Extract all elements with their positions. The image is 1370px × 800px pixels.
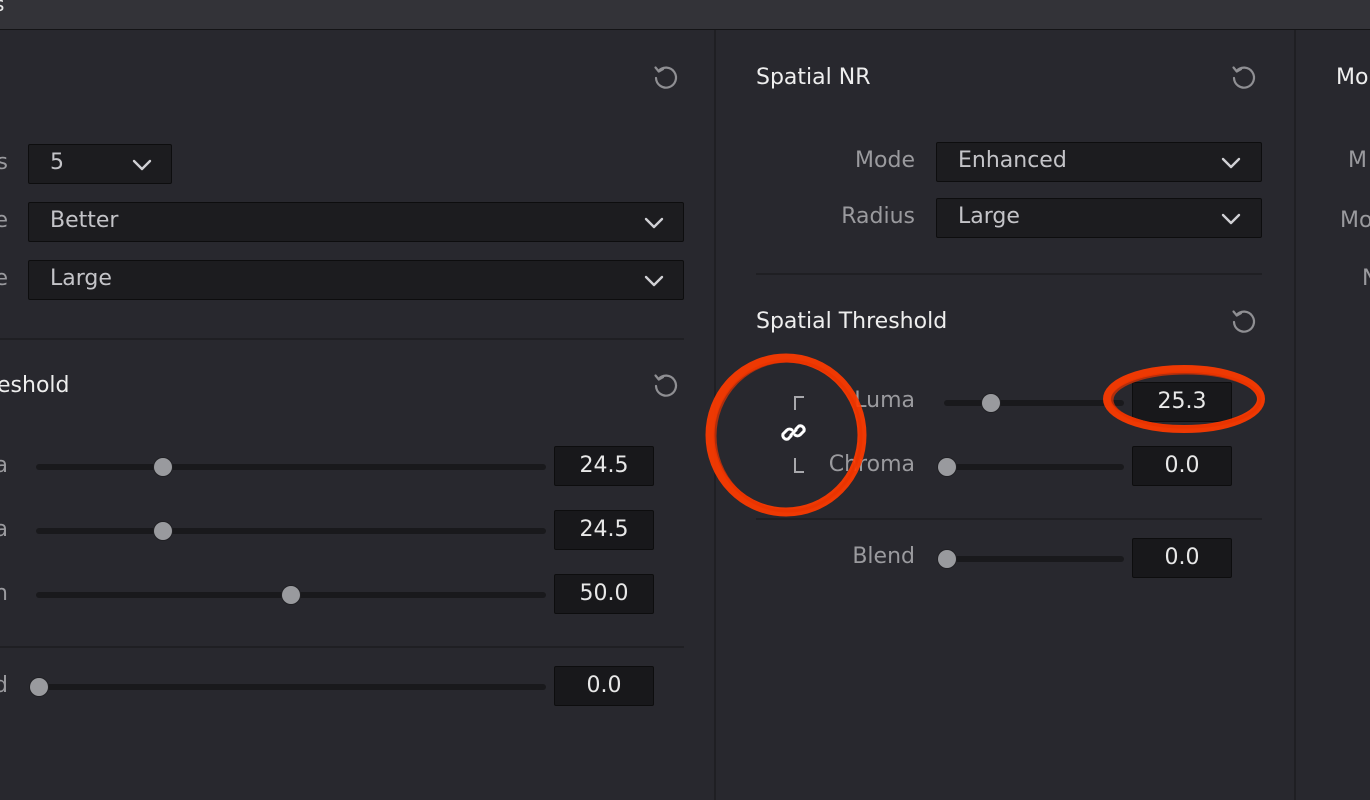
- link-icon[interactable]: [780, 420, 808, 446]
- left-field-label: e: [0, 266, 8, 291]
- dropdown-value: Better: [50, 208, 119, 233]
- top-bar-title: s: [0, 0, 4, 16]
- chevron-down-icon: [644, 275, 664, 287]
- section-divider: [756, 273, 1262, 275]
- left-mode-dropdown[interactable]: Better: [28, 202, 684, 242]
- luma-slider-track[interactable]: [944, 400, 1124, 406]
- left-radius-dropdown[interactable]: Large: [28, 260, 684, 300]
- reset-icon[interactable]: [1229, 62, 1259, 92]
- dropdown-value: Large: [50, 266, 112, 291]
- noise-reduction-page: s s 5 e Better e Large eshold a: [0, 0, 1370, 800]
- radius-dropdown[interactable]: Large: [936, 198, 1262, 238]
- left-count-dropdown[interactable]: 5: [28, 144, 172, 184]
- left-field-label: s: [0, 150, 8, 175]
- chroma-slider-knob[interactable]: [938, 458, 956, 476]
- slider-label: a: [0, 453, 8, 478]
- right-panel-label: Mo: [1340, 208, 1370, 233]
- left-threshold-title: eshold: [0, 373, 70, 398]
- left-blend-slider-knob[interactable]: [30, 678, 48, 696]
- dropdown-value: Enhanced: [958, 148, 1067, 173]
- left-blend-slider-track[interactable]: [36, 684, 546, 690]
- chevron-down-icon: [1221, 157, 1241, 169]
- left-third-slider-knob[interactable]: [282, 586, 300, 604]
- chevron-down-icon: [1221, 213, 1241, 225]
- blend-slider-knob[interactable]: [938, 550, 956, 568]
- blend-value-field[interactable]: 0.0: [1132, 538, 1232, 578]
- left-chroma-slider-knob[interactable]: [154, 522, 172, 540]
- luma-label: Luma: [854, 388, 915, 413]
- chroma-slider-track[interactable]: [944, 464, 1124, 470]
- right-panel-label: N: [1362, 266, 1370, 291]
- panel-divider: [1294, 30, 1296, 800]
- left-luma-slider-knob[interactable]: [154, 458, 172, 476]
- section-divider: [0, 338, 684, 340]
- luma-slider-knob[interactable]: [982, 394, 1000, 412]
- section-divider: [0, 646, 684, 648]
- reset-icon[interactable]: [651, 370, 681, 400]
- dropdown-value: 5: [50, 150, 64, 175]
- blend-slider-track[interactable]: [944, 556, 1124, 562]
- spatial-nr-title: Spatial NR: [756, 65, 871, 90]
- left-blend-value-field[interactable]: 0.0: [554, 666, 654, 706]
- chroma-value-field[interactable]: 0.0: [1132, 446, 1232, 486]
- reset-icon[interactable]: [651, 62, 681, 92]
- left-third-value-field[interactable]: 50.0: [554, 574, 654, 614]
- left-chroma-slider-track[interactable]: [36, 528, 546, 534]
- blend-label: Blend: [852, 544, 915, 569]
- mode-dropdown[interactable]: Enhanced: [936, 142, 1262, 182]
- radius-label: Radius: [841, 204, 915, 229]
- top-bar: s: [0, 0, 1370, 30]
- left-chroma-value-field[interactable]: 24.5: [554, 510, 654, 550]
- reset-icon[interactable]: [1229, 306, 1259, 336]
- slider-label: n: [0, 581, 8, 606]
- spatial-threshold-title: Spatial Threshold: [756, 309, 948, 334]
- dropdown-value: Large: [958, 204, 1020, 229]
- left-field-label: e: [0, 208, 8, 233]
- right-panel-label: M: [1348, 148, 1367, 173]
- left-luma-slider-track[interactable]: [36, 464, 546, 470]
- mode-label: Mode: [855, 148, 915, 173]
- chroma-label: Chroma: [828, 452, 915, 477]
- left-luma-value-field[interactable]: 24.5: [554, 446, 654, 486]
- chevron-down-icon: [132, 159, 152, 171]
- slider-label: a: [0, 517, 8, 542]
- slider-label: d: [0, 673, 8, 698]
- section-divider: [756, 518, 1262, 520]
- chevron-down-icon: [644, 217, 664, 229]
- panel-divider: [714, 30, 716, 800]
- luma-value-field[interactable]: 25.3: [1132, 382, 1232, 422]
- right-panel-title: Mo: [1336, 65, 1369, 90]
